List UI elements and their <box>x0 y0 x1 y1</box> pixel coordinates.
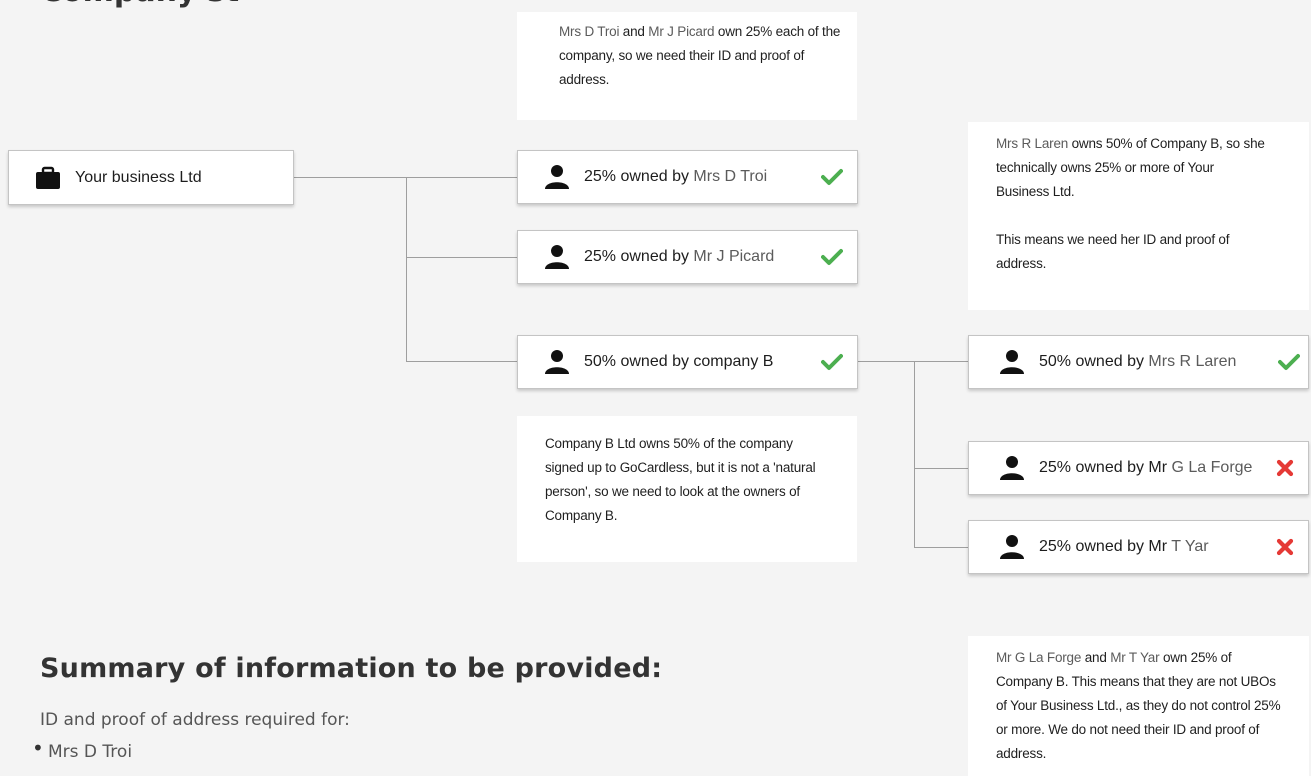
node-owner-yar[interactable]: 25% owned by Mr T Yar <box>968 520 1309 574</box>
note-companyb: Company B Ltd owns 50% of the company si… <box>517 416 857 562</box>
node-owner-picard[interactable]: 25% owned by Mr J Picard <box>517 230 858 284</box>
owner-name: Mr J Picard <box>693 248 775 265</box>
node-prefix: 50% owned by company B <box>584 353 774 370</box>
connector <box>406 257 518 258</box>
node-label: Your business Ltd <box>75 168 202 186</box>
check-icon <box>821 353 843 371</box>
check-icon <box>821 248 843 266</box>
connector <box>914 361 915 547</box>
person-icon <box>544 349 570 375</box>
person-icon <box>999 534 1025 560</box>
node-your-business[interactable]: Your business Ltd <box>8 150 294 205</box>
person-icon <box>544 164 570 190</box>
node-label: 25% owned by Mrs D Troi <box>584 168 767 186</box>
cross-icon <box>1276 459 1294 477</box>
connector <box>914 547 968 548</box>
node-owner-laren[interactable]: 50% owned by Mrs R Laren <box>968 335 1309 389</box>
owner-name: G La Forge <box>1171 459 1253 476</box>
note-text: own 25% of Company B. This means that th… <box>996 650 1281 761</box>
node-prefix: 25% owned by <box>584 168 694 185</box>
person-icon <box>999 455 1025 481</box>
note-laren: Mrs R Laren owns 50% of Company B, so sh… <box>968 122 1309 310</box>
owner-name: T Yar <box>1171 538 1209 555</box>
note-text: and <box>619 24 649 39</box>
note-text: This means we need her ID and proof of a… <box>996 232 1230 271</box>
connector <box>858 361 968 362</box>
connector <box>914 468 968 469</box>
check-icon <box>1278 353 1300 371</box>
node-owner-troi[interactable]: 25% owned by Mrs D Troi <box>517 150 858 204</box>
cross-icon <box>1276 538 1294 556</box>
check-icon <box>821 168 843 186</box>
node-label: 25% owned by Mr T Yar <box>1039 538 1209 556</box>
note-person-name: Mr T Yar <box>1110 650 1160 665</box>
node-owner-laforge[interactable]: 25% owned by Mr G La Forge <box>968 441 1309 495</box>
node-prefix: 25% owned by <box>584 248 694 265</box>
note-text: and <box>1081 650 1111 665</box>
note-person-name: Mr G La Forge <box>996 650 1082 665</box>
node-prefix: 25% owned by Mr <box>1039 538 1172 555</box>
connector <box>406 361 518 362</box>
person-icon <box>999 349 1025 375</box>
node-prefix: 25% owned by Mr <box>1039 459 1172 476</box>
summary-list: Mrs D Troi <box>32 736 132 762</box>
node-owner-companyb[interactable]: 50% owned by company B <box>517 335 858 389</box>
note-person-name: Mrs D Troi <box>559 24 620 39</box>
page-heading: Company st <box>40 0 239 9</box>
briefcase-icon <box>35 165 61 191</box>
note-text: Company B Ltd owns 50% of the company si… <box>545 436 816 523</box>
owner-name: Mrs D Troi <box>693 168 768 185</box>
summary-subtitle: ID and proof of address required for: <box>40 710 350 730</box>
list-item: Mrs D Troi <box>32 736 132 762</box>
connector <box>406 177 407 361</box>
owner-name: Mrs R Laren <box>1148 353 1237 370</box>
note-person-name: Mrs R Laren <box>996 136 1069 151</box>
node-label: 25% owned by Mr J Picard <box>584 248 774 266</box>
node-label: 50% owned by company B <box>584 353 773 371</box>
note-bottom: Mr G La Forge and Mr T Yar own 25% of Co… <box>968 636 1309 776</box>
person-icon <box>544 244 570 270</box>
note-top: Mrs D Troi and Mr J Picard own 25% each … <box>517 12 857 120</box>
note-person-name: Mr J Picard <box>648 24 715 39</box>
node-label: 25% owned by Mr G La Forge <box>1039 459 1252 477</box>
summary-title: Summary of information to be provided: <box>40 653 663 684</box>
node-label: 50% owned by Mrs R Laren <box>1039 353 1236 371</box>
node-prefix: 50% owned by <box>1039 353 1149 370</box>
